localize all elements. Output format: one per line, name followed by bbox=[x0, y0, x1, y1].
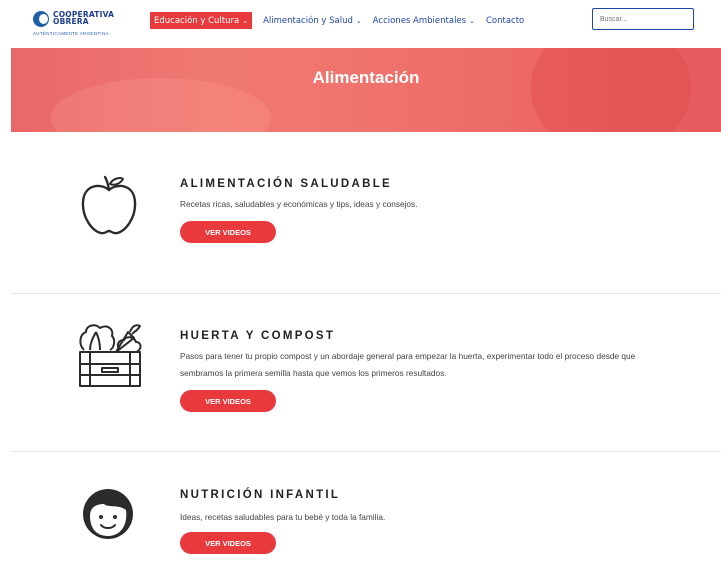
page-title: Alimentación bbox=[312, 68, 420, 87]
section-divider bbox=[11, 451, 721, 452]
section-divider bbox=[11, 293, 721, 294]
ver-videos-button-huerta[interactable]: VER VIDEOS bbox=[180, 390, 276, 412]
nav-alimentacion-salud[interactable]: Alimentación y Salud ⌄ bbox=[263, 12, 362, 29]
chevron-down-icon: ⌄ bbox=[355, 16, 362, 25]
chevron-down-icon: ⌄ bbox=[242, 16, 249, 25]
site-header: COOPERATIVA OBRERA AUTÉNTICAMENTE ARGENT… bbox=[0, 0, 721, 44]
nav-label: Contacto bbox=[485, 15, 525, 26]
nav-acciones-ambientales[interactable]: Acciones Ambientales ⌄ bbox=[373, 12, 475, 29]
main-nav: Educación y Cultura ⌄ Alimentación y Salu… bbox=[150, 12, 535, 29]
page-banner: Alimentación bbox=[11, 48, 721, 132]
nav-label: Acciones Ambientales bbox=[372, 15, 467, 26]
vegetable-crate-icon bbox=[79, 324, 142, 387]
section-title-alimentacion-saludable: ALIMENTACIÓN SALUDABLE bbox=[180, 178, 393, 190]
apple-icon bbox=[81, 175, 137, 235]
logo-line2: OBRERA bbox=[53, 17, 89, 26]
nav-educacion-cultura[interactable]: Educación y Cultura ⌄ bbox=[150, 12, 253, 29]
section-description: Pasos para tener tu propio compost y un … bbox=[180, 351, 636, 378]
logo-wordmark: COOPERATIVA OBRERA bbox=[53, 11, 114, 26]
ver-videos-button-alimentacion[interactable]: VER VIDEOS bbox=[180, 221, 276, 243]
logo-mark-icon bbox=[33, 11, 49, 27]
section-description: Ideas, recetas saludables para tu bebé y… bbox=[180, 512, 386, 522]
child-face-icon bbox=[83, 489, 133, 539]
nav-label: Educación y Cultura bbox=[154, 15, 240, 26]
ver-videos-button-nutricion[interactable]: VER VIDEOS bbox=[180, 532, 276, 554]
section-description: Recetas ricas, saludables y económicas y… bbox=[180, 199, 418, 209]
section-title-huerta-compost: HUERTA Y COMPOST bbox=[180, 330, 336, 342]
section-title-nutricion-infantil: NUTRICIÓN INFANTIL bbox=[180, 489, 341, 501]
nav-contacto[interactable]: Contacto bbox=[486, 12, 524, 29]
nav-label: Alimentación y Salud bbox=[263, 15, 353, 26]
chevron-down-icon: ⌄ bbox=[469, 16, 475, 25]
logo-tagline: AUTÉNTICAMENTE ARGENTINA bbox=[33, 31, 109, 36]
search-input[interactable] bbox=[592, 8, 694, 30]
cooperativa-obrera-logo[interactable]: COOPERATIVA OBRERA AUTÉNTICAMENTE ARGENT… bbox=[33, 9, 133, 37]
